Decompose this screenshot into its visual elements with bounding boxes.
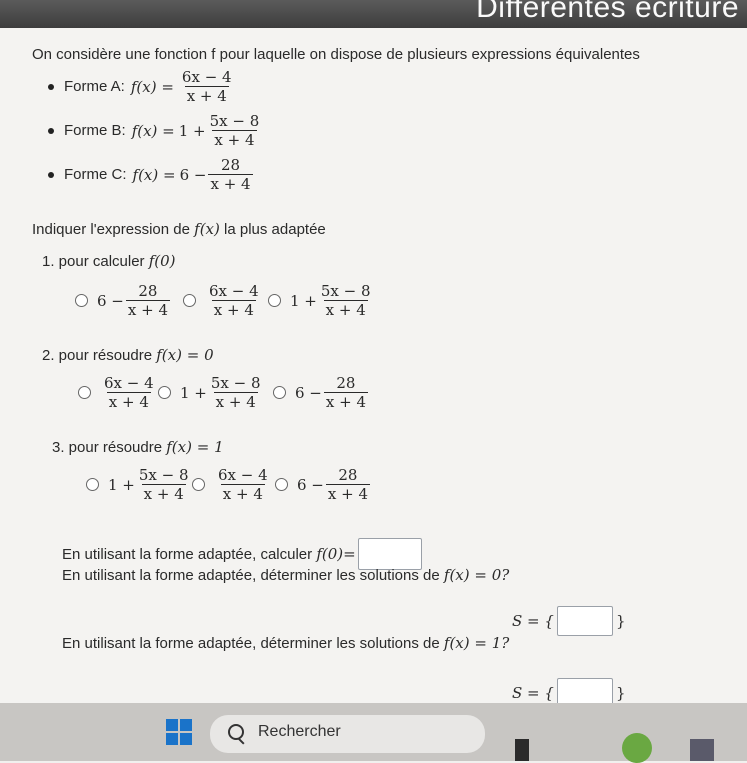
bullet-icon [48, 83, 54, 90]
page-title: Différentes écriture [476, 0, 739, 24]
radio-button[interactable] [273, 386, 286, 399]
q2-option-1[interactable]: 6x − 4x + 4 [78, 374, 158, 411]
q1-option-1[interactable]: 6 −28 x + 4 [75, 282, 172, 319]
radio-button[interactable] [268, 294, 281, 307]
solve-f1-question: En utilisant la forme adaptée, détermine… [62, 634, 510, 652]
form-a: Forme A: f(x) = 6x − 4x + 4 [48, 68, 236, 105]
q3-option-3[interactable]: 6 −28 x + 4 [275, 466, 372, 503]
radio-button[interactable] [78, 386, 91, 399]
q2-option-3[interactable]: 6 −28 x + 4 [273, 374, 370, 411]
search-icon [228, 724, 244, 740]
q3-option-2[interactable]: 6x − 4x + 4 [192, 466, 272, 503]
taskbar-search[interactable]: Rechercher [210, 715, 485, 753]
solve-f0-question: En utilisant la forme adaptée, détermine… [62, 566, 510, 584]
q3-option-1[interactable]: 1 +5x − 8x + 4 [86, 466, 193, 503]
taskbar-app-icon[interactable] [690, 739, 714, 761]
q2-option-2[interactable]: 1 +5x − 8x + 4 [158, 374, 265, 411]
taskbar: Rechercher [0, 703, 747, 763]
bullet-icon [48, 171, 54, 178]
taskbar-app-icon[interactable] [515, 739, 529, 761]
question-3: 3. pour résoudre f(x) = 1 [52, 438, 224, 456]
intro-text: On considère une fonction f pour laquell… [32, 46, 640, 63]
exercise-content: On considère une fonction f pour laquell… [0, 28, 747, 708]
question-2: 2. pour résoudre f(x) = 0 [42, 346, 214, 364]
solve-f0-answer: S = { } [512, 606, 625, 636]
form-b: Forme B: f(x) = 1 + 5x − 8x + 4 [48, 112, 263, 149]
radio-button[interactable] [183, 294, 196, 307]
radio-button[interactable] [158, 386, 171, 399]
radio-button[interactable] [86, 478, 99, 491]
solutions-f0-input[interactable] [556, 606, 613, 636]
q1-option-3[interactable]: 1 +5x − 8x + 4 [268, 282, 375, 319]
radio-button[interactable] [75, 294, 88, 307]
question-1: 1. pour calculer f(0) [42, 252, 176, 270]
radio-button[interactable] [275, 478, 288, 491]
bullet-icon [48, 127, 54, 134]
radio-button[interactable] [192, 478, 205, 491]
instruction: Indiquer l'expression de f(x) la plus ad… [32, 220, 326, 238]
taskbar-app-icon[interactable] [622, 733, 652, 763]
form-c: Forme C: f(x) = 6 − 28 x + 4 [48, 156, 255, 193]
windows-start-icon[interactable] [166, 719, 192, 745]
q1-option-2[interactable]: 6x − 4x + 4 [183, 282, 263, 319]
title-bar: Différentes écriture [0, 0, 747, 28]
